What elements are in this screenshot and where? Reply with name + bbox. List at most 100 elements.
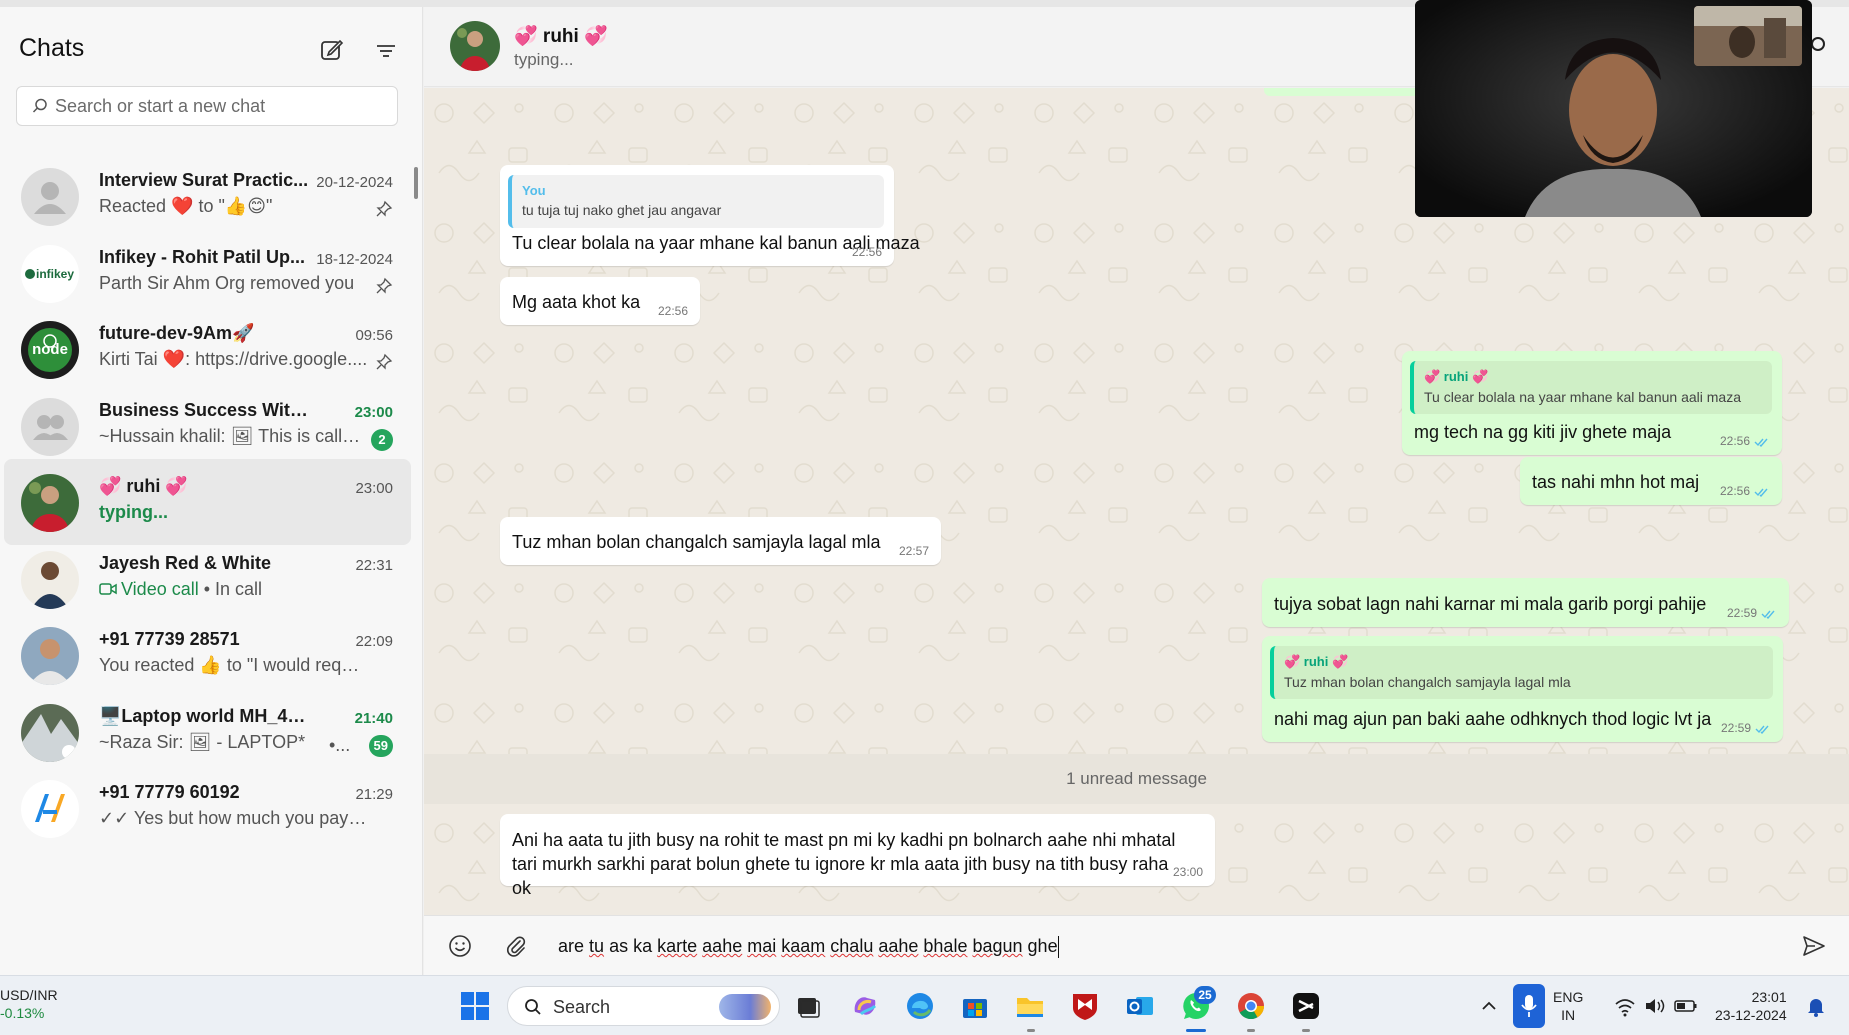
message-time: 22:57 [898,544,929,558]
pin-icon [375,200,393,218]
notification-bell-icon[interactable] [1804,990,1828,1022]
running-app-indicator [1247,1029,1255,1032]
message-bubble[interactable]: Tuz mhan bolan changalch samjayla lagal … [500,517,941,565]
currency-widget[interactable]: USD/INR -0.13% [0,986,58,1022]
draft-word: mai [747,936,777,956]
quoted-author: 💞 ruhi 💞 [1284,654,1349,669]
message-bubble[interactable]: 💞 ruhi 💞 Tuz mhan bolan changalch samjayl… [1262,636,1783,742]
chat-time: 20-12-2024 [316,174,393,191]
self-video-preview[interactable] [1694,6,1802,66]
running-app-indicator [1302,1029,1310,1032]
chrome-icon[interactable] [1235,990,1267,1022]
send-icon[interactable] [1801,933,1827,959]
draft-word: chalu [830,936,874,956]
draft-word: are [558,936,585,956]
message-time: 22:56 [851,245,882,259]
message-text: Tuz mhan bolan changalch samjayla lagal … [512,532,881,552]
search-box[interactable] [16,86,398,126]
message-bubble[interactable]: Ani ha aata tu jith busy na rohit te mas… [500,814,1215,898]
contact-avatar[interactable] [450,21,500,71]
chat-list-item[interactable]: +91 77739 28571 22:09 You reacted 👍 to "I … [4,612,411,698]
filter-icon[interactable] [370,35,402,67]
message-text: Ani ha aata tu jith busy na rohit te mas… [512,830,1176,898]
chat-list-item[interactable]: infikey Infikey - Rohit Patil Up... 18-12-… [4,230,411,316]
quoted-message[interactable]: 💞 ruhi 💞 Tuz mhan bolan changalch samjayl… [1270,646,1773,699]
chat-list-item[interactable]: Business Success With Huss... 23:00 ~Hussa… [4,383,411,469]
chat-list-item[interactable]: 🖥️Laptop world MH_41🖥️ 21:40 ~Raza Sir: 🖼 … [4,689,411,775]
chat-avatar[interactable] [21,780,79,838]
compose-icon[interactable] [316,34,348,66]
message-input[interactable]: are tu as ka karte aahe mai kaam chalu a… [558,926,1708,966]
outlook-icon[interactable] [1124,990,1156,1022]
chat-avatar[interactable] [21,703,79,762]
draft-word: bhale [923,936,968,956]
message-bubble[interactable]: tas nahi mhn hot maj 22:56 [1520,457,1782,505]
language-indicator[interactable]: ENG IN [1553,988,1583,1024]
unread-count-badge: 2 [371,428,393,451]
draft-word: tu [589,936,605,956]
microsoft-store-icon[interactable] [959,990,991,1022]
wifi-icon[interactable] [1614,990,1636,1022]
chat-time: 22:09 [355,633,393,650]
microphone-icon[interactable] [1513,984,1545,1028]
pin-icon [375,277,393,295]
chat-time: 18-12-2024 [316,250,393,268]
chat-avatar[interactable]: infikey [21,244,79,303]
message-time: 23:00 [1172,865,1203,879]
draft-word: ghe [1027,936,1058,956]
language-code: ENG [1553,989,1584,1005]
chat-preview-extra: •... [329,734,351,755]
draft-word: ka [633,936,653,956]
search-icon [31,97,49,115]
chat-avatar[interactable] [21,168,79,226]
message-bubble[interactable]: You tu tuja tuj nako ghet jau angavar Tu c… [500,165,920,266]
message-text: tujya sobat lagn nahi karnar mi mala gar… [1274,594,1707,614]
capcut-icon[interactable] [1290,990,1322,1022]
chat-name: +91 77739 28571 [99,629,240,649]
chat-list-item[interactable]: node future-dev-9Am🚀 09:56 Kirti Tai ❤️: ht… [4,306,411,392]
windows-start-icon[interactable] [459,990,491,1022]
edge-browser-icon[interactable] [904,990,936,1022]
message-bubble[interactable]: 💞 ruhi 💞 Tu clear bolala na yaar mhane ka… [1402,351,1782,455]
chat-list-item[interactable]: 💞 ruhi 💞 23:00 typing... [4,459,411,545]
chat-name: Jayesh Red & White [99,552,272,573]
chat-list-item[interactable]: +91 77779 60192 21:29 ✓✓ Yes but how much … [4,765,411,851]
chat-name: 🖥️Laptop world MH_41🖥️ [99,705,309,726]
quoted-text: Tuz mhan bolan changalch samjayla lagal … [1284,674,1571,690]
battery-icon[interactable] [1674,990,1698,1022]
chat-preview: You reacted 👍 to "I would reques... [99,655,369,675]
chat-list-item[interactable]: Interview Surat Practic... 20-12-2024 Reac… [4,153,411,239]
search-icon[interactable] [1811,37,1825,51]
draft-word: aahe [878,936,919,956]
chats-title: Chats [19,34,85,62]
chat-avatar[interactable]: node [21,321,79,379]
chat-list-item[interactable]: Jayesh Red & White 22:31 Video call • In c… [4,536,411,622]
chat-preview: Video call • In call [99,579,369,600]
smiley-icon[interactable] [447,933,473,959]
chat-avatar[interactable] [21,627,79,685]
file-explorer-icon[interactable] [1014,990,1046,1022]
mcafee-icon[interactable] [1069,990,1101,1022]
volume-icon[interactable] [1644,990,1666,1022]
taskbar-search[interactable]: Search [507,986,780,1026]
task-view-icon[interactable] [792,990,824,1022]
video-call-label: Video call [121,578,199,599]
quoted-message[interactable]: 💞 ruhi 💞 Tu clear bolala na yaar mhane ka… [1410,361,1772,414]
chat-avatar[interactable] [21,550,79,609]
copilot-icon[interactable] [849,990,881,1022]
sidebar-scrollbar[interactable] [414,167,418,199]
quoted-message[interactable]: You tu tuja tuj nako ghet jau angavar [508,175,884,228]
chevron-up-icon[interactable] [1477,990,1501,1022]
whatsapp-unread-badge: 25 [1194,986,1216,1004]
avatar-logo-text: infikey [35,266,74,281]
paperclip-icon[interactable] [503,933,529,959]
message-bubble[interactable]: Mg aata khot ka 22:56 [500,277,700,325]
search-input[interactable] [55,87,385,125]
system-clock[interactable]: 23:01 23-12-2024 [1715,988,1787,1024]
quoted-author: You [522,183,546,198]
message-text: Mg aata khot ka [512,292,641,312]
draft-word: as [609,936,629,956]
chat-avatar[interactable] [21,397,79,456]
chat-avatar[interactable] [21,474,79,532]
message-bubble[interactable]: tujya sobat lagn nahi karnar mi mala gar… [1262,578,1789,627]
